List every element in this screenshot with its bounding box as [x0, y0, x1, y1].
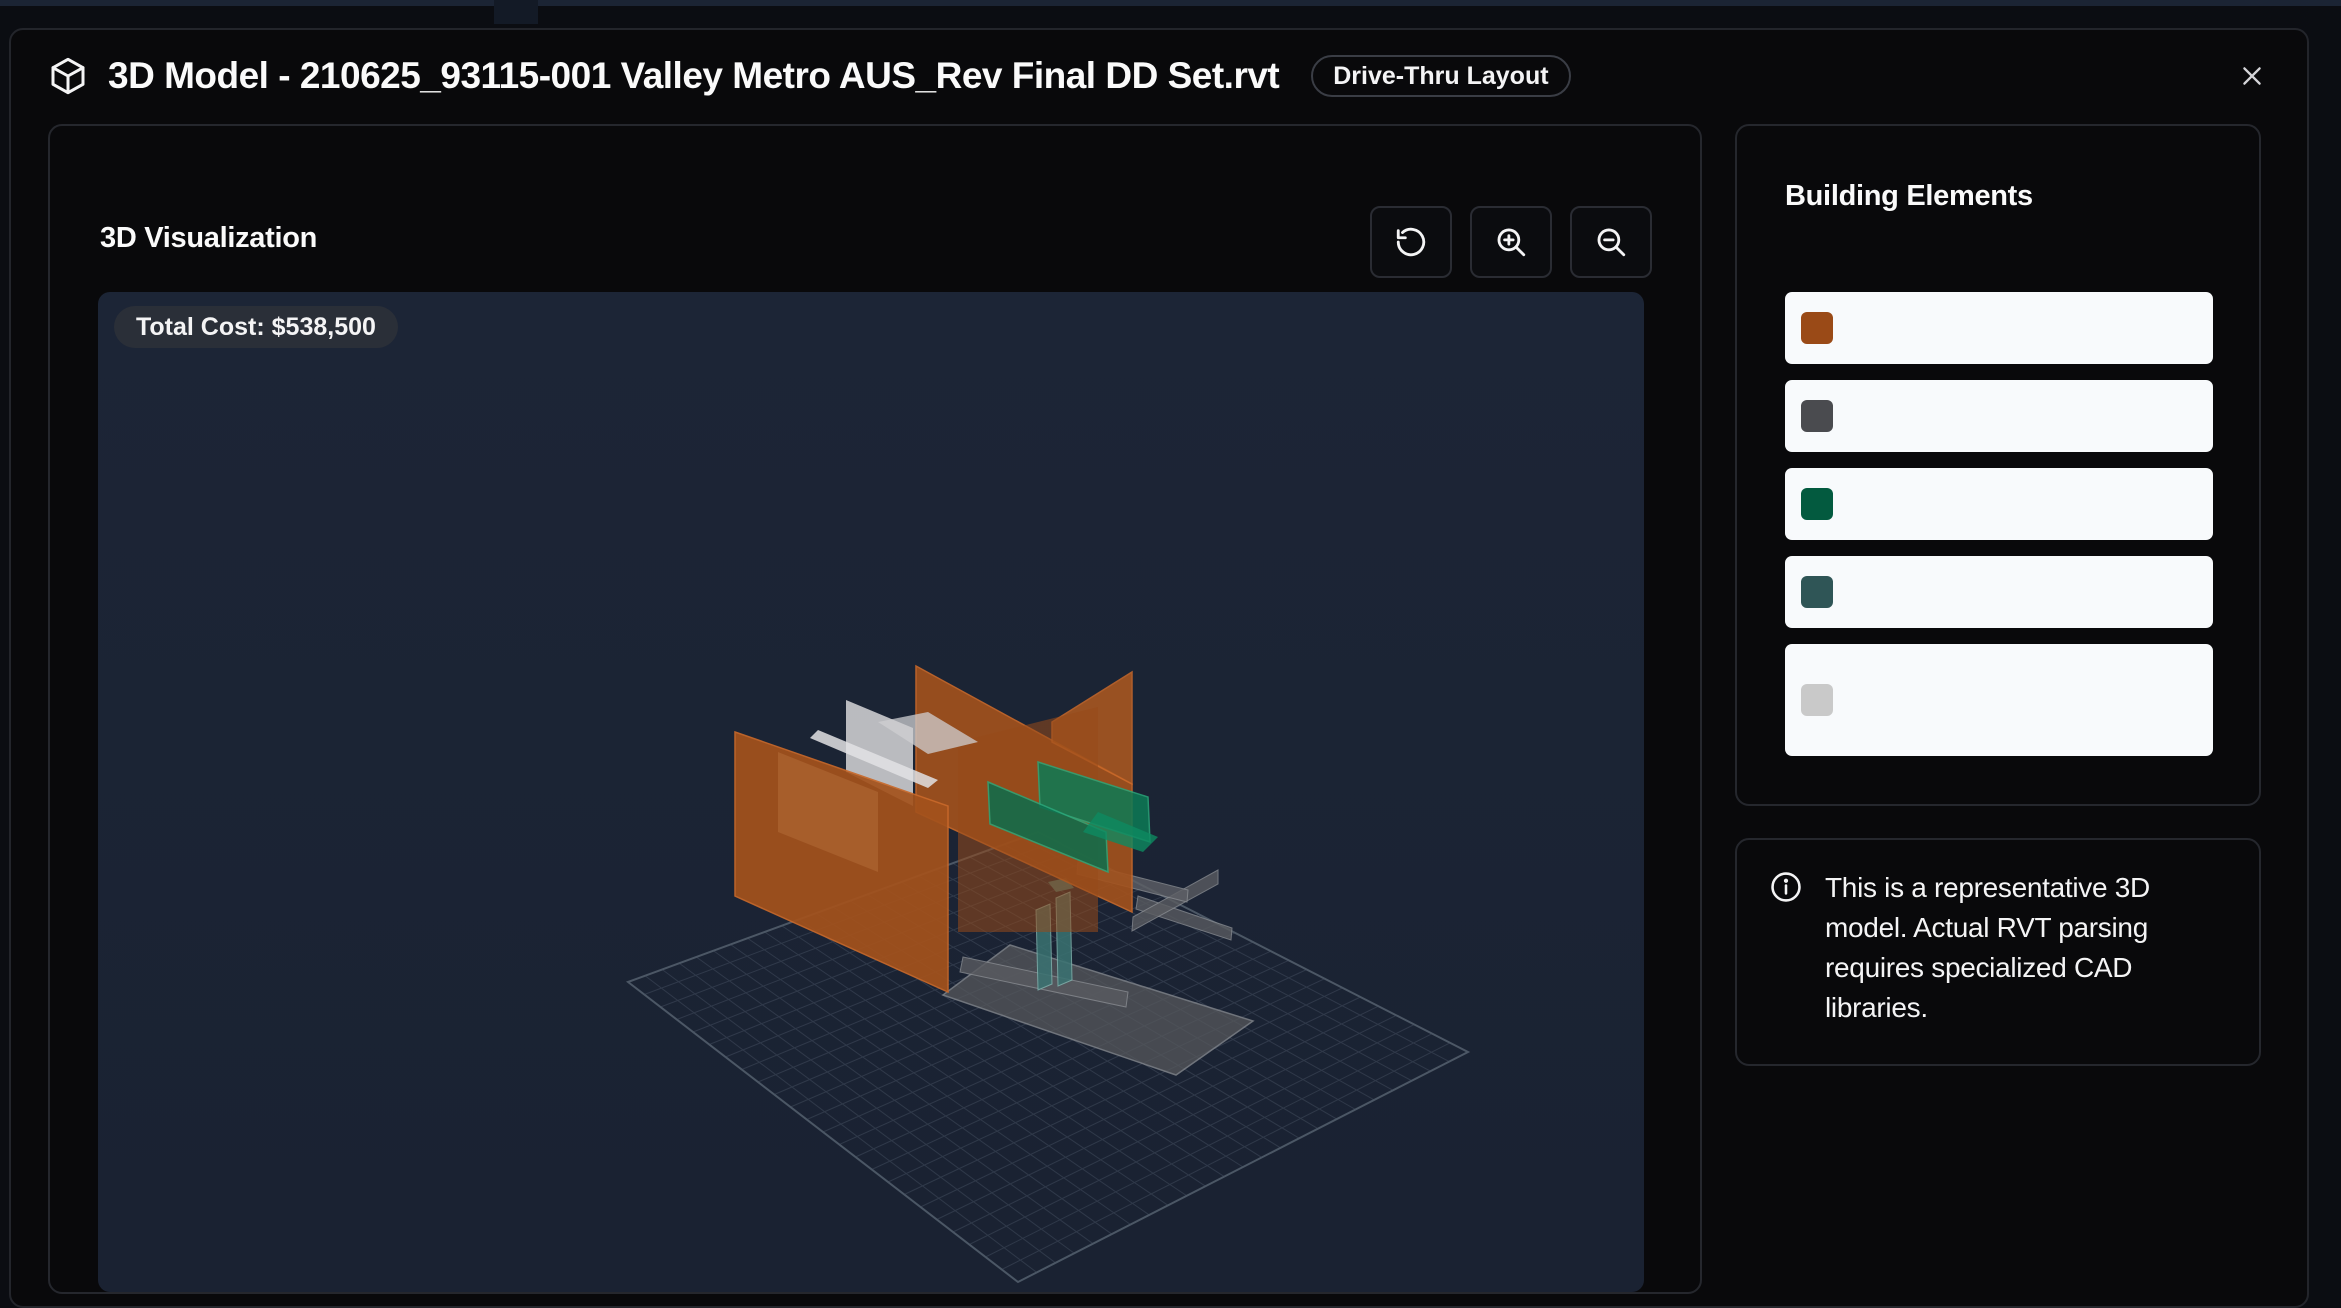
info-text: This is a representative 3D model. Actua… [1825, 872, 2150, 1023]
zoom-in-icon [1497, 228, 1526, 257]
total-cost-pill: Total Cost: $538,500 [114, 306, 398, 348]
building-elements-panel: Building Elements [1735, 124, 2261, 806]
element-row-4[interactable] [1785, 556, 2213, 628]
element-swatch [1801, 312, 1833, 344]
element-row-1[interactable] [1785, 292, 2213, 364]
building-elements-title: Building Elements [1785, 180, 2033, 212]
element-row-2[interactable] [1785, 380, 2213, 452]
rotate-ccw-icon [1396, 227, 1426, 257]
element-swatch [1801, 400, 1833, 432]
top-bar-tab [494, 0, 538, 24]
element-swatch [1801, 488, 1833, 520]
dialog-title: 3D Model - 210625_93115-001 Valley Metro… [108, 55, 1280, 96]
layout-badge: Drive-Thru Layout [1311, 55, 1571, 97]
close-button[interactable] [2232, 56, 2272, 96]
element-row-5[interactable] [1785, 644, 2213, 756]
zoom-out-button[interactable] [1570, 206, 1652, 278]
info-icon [1771, 872, 1801, 902]
top-bar [0, 0, 2341, 24]
info-panel: This is a representative 3D model. Actua… [1735, 838, 2261, 1066]
visualization-panel: 3D Visualization Total Cost: $538,500 [48, 124, 1702, 1294]
zoom-out-icon [1597, 228, 1626, 257]
reset-view-button[interactable] [1370, 206, 1452, 278]
3d-scene[interactable] [98, 292, 1644, 1292]
dialog-header: 3D Model - 210625_93115-001 Valley Metro… [48, 46, 1571, 106]
cube-icon [48, 56, 88, 96]
3d-viewport[interactable]: Total Cost: $538,500 [98, 292, 1644, 1292]
element-swatch [1801, 576, 1833, 608]
visualization-title: 3D Visualization [100, 222, 318, 254]
close-icon [2243, 67, 2261, 85]
zoom-in-button[interactable] [1470, 206, 1552, 278]
element-row-3[interactable] [1785, 468, 2213, 540]
element-swatch [1801, 684, 1833, 716]
